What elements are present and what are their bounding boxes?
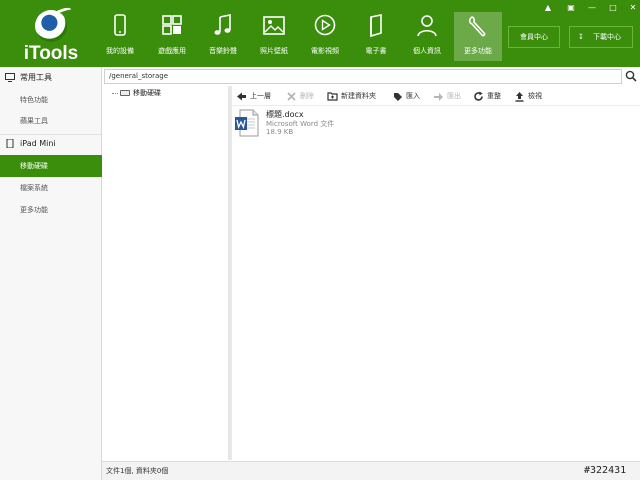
watermark: #322431 (584, 465, 627, 476)
monitor-icon (5, 73, 15, 82)
window-menu-icon[interactable]: ▣ (565, 3, 577, 13)
person-icon (417, 15, 437, 37)
app-name: iTools (23, 43, 79, 64)
download-center-button[interactable]: ↧ 下載中心 (569, 26, 633, 48)
wrench-icon (468, 16, 486, 37)
book-icon (370, 14, 382, 38)
file-toolbar: 上一層 刪除 新建資料夾 匯入 匯出 重整 檢視 (232, 86, 640, 106)
sidebar-item-file-system[interactable]: 檔案系統 (0, 177, 102, 199)
maximize-icon[interactable]: □ (607, 3, 619, 13)
status-bar: 文件1個, 資料夾0個 (102, 461, 640, 480)
nav-music[interactable]: 音樂鈴聲 (201, 12, 245, 62)
nav-games-apps[interactable]: 遊戲應用 (150, 12, 194, 62)
back-button[interactable]: 上一層 (236, 89, 271, 103)
download-icon: ↧ (578, 33, 584, 41)
delete-icon (287, 91, 296, 101)
sidebar-section-ipad-mini[interactable]: iPad Mini (0, 134, 102, 154)
sidebar-item-more-functions[interactable]: 更多功能 (0, 199, 102, 221)
export-button[interactable]: 匯出 (433, 89, 461, 103)
top-header: iTools 我的設備 遊戲應用 音樂鈴聲 照片壁紙 電影視頻 電子書 個人資訊… (0, 0, 640, 67)
video-icon (314, 14, 336, 36)
drive-icon (120, 90, 130, 96)
app-logo: iTools (0, 0, 102, 67)
close-icon[interactable]: ✕ (627, 3, 639, 13)
member-center-button[interactable]: 會員中心 (508, 26, 560, 48)
new-folder-icon (327, 91, 338, 101)
minimize-icon[interactable]: — (586, 3, 598, 13)
nav-videos[interactable]: 電影視頻 (303, 12, 347, 62)
path-input[interactable]: /general_storage (104, 69, 622, 84)
sidebar-section-common-tools[interactable]: 常用工具 (0, 68, 102, 88)
export-icon (434, 92, 443, 101)
refresh-icon (474, 91, 483, 101)
sidebar-item-featured[interactable]: 特色功能 (0, 89, 102, 111)
arrow-left-icon (237, 92, 246, 100)
music-icon (214, 14, 231, 35)
nav-personal-info[interactable]: 個人資訊 (405, 12, 449, 62)
folder-tree: 移動硬碟 (104, 86, 229, 460)
skin-icon[interactable]: ▲ (542, 3, 554, 13)
sidebar: 常用工具 特色功能 蘋果工具 iPad Mini 移動硬碟 檔案系統 更多功能 (0, 67, 102, 480)
phone-icon (114, 14, 126, 36)
file-item[interactable]: 標題.docx Microsoft Word 文件 18.9 KB (235, 108, 395, 140)
apps-icon (162, 15, 182, 35)
view-button[interactable]: 檢視 (514, 89, 542, 103)
new-folder-button[interactable]: 新建資料夾 (327, 89, 376, 103)
nav-photos[interactable]: 照片壁紙 (252, 12, 296, 62)
import-button[interactable]: 匯入 (392, 89, 420, 103)
sidebar-item-mobile-drive[interactable]: 移動硬碟 (0, 155, 102, 177)
import-icon (394, 92, 402, 101)
file-size: 18.9 KB (266, 128, 294, 136)
nav-ebooks[interactable]: 電子書 (354, 12, 398, 62)
tree-node-mobile-drive[interactable]: 移動硬碟 (112, 88, 161, 98)
search-icon[interactable] (625, 70, 637, 82)
pane-splitter[interactable] (229, 86, 232, 460)
tablet-icon (6, 139, 14, 148)
sidebar-item-apple-tools[interactable]: 蘋果工具 (0, 110, 102, 132)
refresh-button[interactable]: 重整 (473, 89, 501, 103)
upload-icon (515, 91, 524, 102)
word-document-icon (235, 109, 259, 137)
photo-icon (263, 16, 285, 35)
delete-button[interactable]: 刪除 (286, 89, 314, 103)
nav-more-functions[interactable]: 更多功能 (454, 12, 502, 61)
nav-my-device[interactable]: 我的設備 (98, 12, 142, 62)
